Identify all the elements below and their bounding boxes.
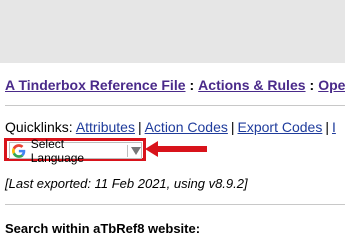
horizontal-divider bbox=[5, 204, 345, 205]
select-divider bbox=[127, 144, 128, 157]
quicklinks-bar: Quicklinks: Attributes | Action Codes | Expo… bbox=[5, 119, 336, 135]
language-select-highlight: Select Language bbox=[4, 137, 146, 165]
quicklink-attributes[interactable]: Attributes bbox=[76, 119, 135, 135]
breadcrumb-separator: : bbox=[189, 77, 195, 93]
breadcrumb-link-actions-rules[interactable]: Actions & Rules bbox=[198, 77, 305, 93]
quicklink-separator: | bbox=[137, 119, 142, 135]
red-arrow-annotation bbox=[145, 141, 207, 157]
breadcrumb-separator: : bbox=[309, 77, 315, 93]
search-heading: Search within aTbRef8 website: bbox=[5, 221, 201, 236]
quicklink-separator: | bbox=[325, 119, 329, 135]
quicklink-action-codes[interactable]: Action Codes bbox=[145, 119, 228, 135]
quicklink-separator: | bbox=[230, 119, 235, 135]
quicklinks-label: Quicklinks: bbox=[5, 119, 73, 135]
breadcrumb: A Tinderbox Reference File: Actions & Rul… bbox=[5, 77, 345, 93]
quicklink-export-codes[interactable]: Export Codes bbox=[238, 119, 323, 135]
google-g-icon bbox=[12, 143, 26, 158]
breadcrumb-link-operators[interactable]: Oper bbox=[318, 77, 345, 93]
page: A Tinderbox Reference File: Actions & Rul… bbox=[0, 0, 345, 242]
breadcrumb-link-reference-file[interactable]: A Tinderbox Reference File bbox=[5, 77, 186, 93]
language-select-label: Select Language bbox=[30, 136, 85, 165]
last-exported-note: [Last exported: 11 Feb 2021, using v8.9.… bbox=[5, 176, 248, 191]
horizontal-divider bbox=[5, 105, 345, 106]
caret-down-icon bbox=[131, 146, 141, 155]
quicklink-more[interactable]: I bbox=[332, 119, 336, 135]
language-select[interactable]: Select Language bbox=[9, 137, 142, 165]
header-banner bbox=[0, 0, 345, 63]
